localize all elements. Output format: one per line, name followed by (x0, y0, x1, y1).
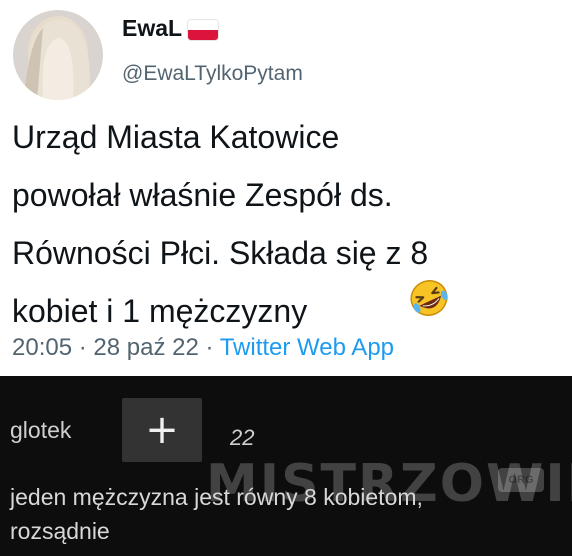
tweet-text: Urząd Miasta Katowice powołał właśnie Ze… (12, 119, 429, 329)
timestamp[interactable]: 20:05 · 28 paź 22 · (12, 334, 220, 361)
author-name-row: EwaL (122, 15, 219, 42)
plus-vote-button[interactable]: + (122, 398, 202, 462)
plus-icon: + (145, 407, 179, 453)
comment: glotek + 22 MISTRZOWIE ORG jeden mężczyz… (0, 376, 572, 556)
display-name[interactable]: EwaL (122, 15, 182, 42)
avatar[interactable] (13, 10, 103, 100)
avatar-photo (13, 10, 103, 100)
handle[interactable]: @EwaLTylkoPytam (122, 62, 303, 86)
comment-username[interactable]: glotek (10, 417, 71, 444)
vote-score: 22 (230, 425, 255, 450)
tweet-card: EwaL @EwaLTylkoPytam Urząd Miasta Katowi… (0, 0, 572, 376)
tweet-meta: 20:05 · 28 paź 22 · Twitter Web App (12, 334, 394, 362)
rolling-on-floor-laughing-icon (410, 280, 448, 316)
source-link[interactable]: Twitter Web App (220, 334, 394, 361)
comment-text: jeden mężczyzna jest równy 8 kobietom, r… (10, 484, 423, 544)
poland-flag-icon (188, 19, 219, 40)
